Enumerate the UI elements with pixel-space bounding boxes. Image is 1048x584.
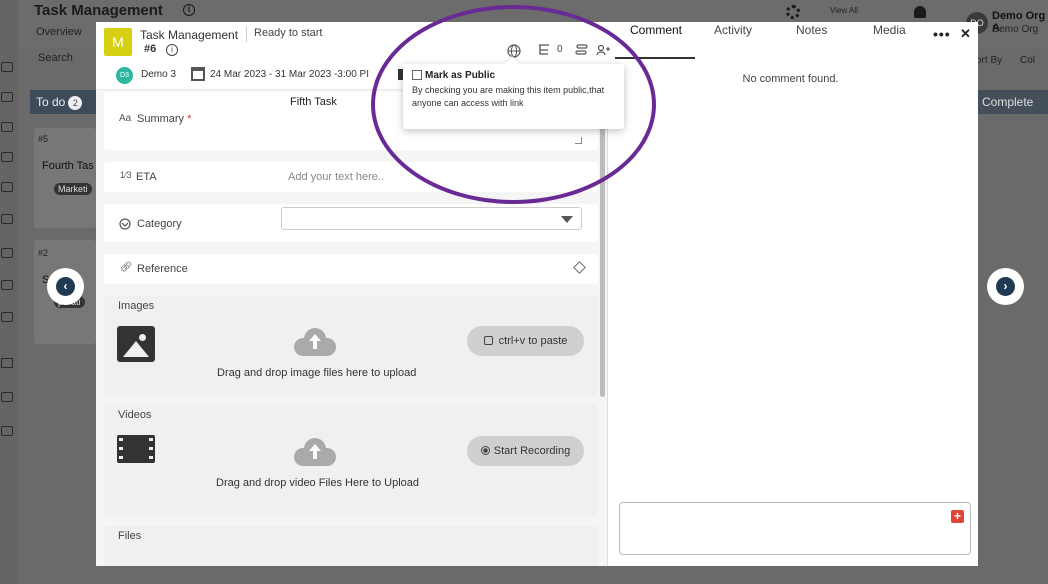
tab-comment[interactable]: Comment — [630, 23, 682, 37]
app-title: Task Management — [34, 2, 163, 19]
empty-comments-text: No comment found. — [742, 73, 839, 85]
card-title: Fourth Tas — [42, 160, 94, 172]
reference-label: Reference — [137, 263, 188, 275]
tab-media[interactable]: Media — [873, 23, 906, 37]
number-icon: 1⁄3 — [120, 170, 132, 180]
settings-icon[interactable] — [1, 248, 13, 258]
close-icon[interactable]: ✕ — [960, 26, 971, 42]
text-icon: Aa — [119, 113, 132, 124]
info-icon[interactable]: i — [183, 4, 195, 16]
board-icon[interactable] — [1, 92, 13, 102]
tab-notes[interactable]: Notes — [796, 23, 827, 37]
summary-label: Summary * — [137, 113, 192, 125]
overview-tab[interactable]: Overview — [36, 26, 82, 38]
film-icon — [117, 435, 155, 463]
chevron-down-icon[interactable] — [561, 216, 573, 223]
next-task-button[interactable]: › — [987, 268, 1024, 305]
videos-upload-section: Videos Drag and drop video Files Here to… — [104, 405, 598, 515]
add-comment-button[interactable]: + — [951, 510, 964, 523]
report-icon[interactable] — [1, 182, 13, 192]
category-label: Category — [137, 218, 182, 230]
app-sidebar — [0, 0, 18, 584]
calendar-icon[interactable] — [1, 152, 13, 162]
more-options-icon[interactable]: ••• — [933, 26, 951, 42]
files-title: Files — [118, 530, 142, 542]
paste-button[interactable]: ctrl+v to paste — [467, 326, 584, 356]
list-icon[interactable] — [1, 122, 13, 132]
home-icon[interactable] — [1, 62, 13, 72]
highlight-ellipse — [371, 5, 656, 204]
comments-pane: No comment found. + — [609, 62, 978, 566]
complete-column-header: Complete — [978, 90, 1048, 114]
search-input[interactable]: Search — [38, 52, 73, 64]
comment-input[interactable]: + — [619, 502, 971, 555]
cloud-upload-icon[interactable] — [294, 438, 336, 466]
record-icon — [480, 446, 490, 455]
category-icon — [119, 218, 131, 230]
category-select[interactable] — [281, 207, 582, 230]
project-badge: M — [104, 28, 132, 56]
star-icon[interactable] — [1, 358, 13, 368]
pencil-icon[interactable] — [573, 261, 586, 274]
videos-dropzone-text[interactable]: Drag and drop video Files Here to Upload — [216, 477, 419, 489]
divider — [246, 26, 247, 42]
card-tag: Marketi — [54, 183, 92, 195]
chevron-left-icon: ‹ — [56, 277, 75, 296]
copy-icon — [483, 336, 493, 345]
modal-title: Task Management — [140, 28, 239, 42]
calendar-icon[interactable] — [191, 67, 205, 81]
sort-by-button[interactable]: ort By — [976, 55, 1002, 66]
image-icon — [117, 326, 155, 362]
status-badge[interactable]: Ready to start — [254, 27, 322, 39]
users-icon[interactable] — [1, 312, 13, 322]
view-all-link[interactable]: View All — [830, 6, 858, 15]
download-icon[interactable] — [1, 426, 13, 436]
todo-count: 2 — [68, 96, 83, 110]
archive-icon[interactable] — [1, 392, 13, 402]
videos-title: Videos — [118, 409, 152, 421]
assignee-avatar[interactable]: D3 — [116, 67, 133, 84]
task-id: #6 — [144, 43, 157, 55]
chart-icon[interactable] — [1, 214, 13, 224]
columns-button[interactable]: Col — [1020, 55, 1035, 66]
eta-input[interactable]: Add your text here.. — [288, 171, 384, 183]
eta-label: ETA — [136, 171, 157, 183]
images-title: Images — [118, 300, 155, 312]
tab-activity[interactable]: Activity — [714, 23, 752, 37]
todo-column-header: To do 2 — [30, 90, 96, 114]
assignee-name[interactable]: Demo 3 — [141, 69, 176, 80]
task-card[interactable]: #5 Fourth Tas Marketi — [34, 128, 96, 228]
chevron-right-icon: › — [996, 277, 1015, 296]
cloud-upload-icon[interactable] — [294, 328, 336, 356]
files-upload-section: Files — [104, 526, 598, 566]
card-id: #2 — [38, 248, 49, 258]
start-recording-button[interactable]: Start Recording — [467, 436, 584, 466]
user-icon[interactable] — [1, 280, 13, 290]
images-upload-section: Images Drag and drop image files here to… — [104, 296, 598, 395]
bell-icon[interactable] — [914, 6, 926, 18]
summary-value[interactable]: Fifth Task — [290, 96, 337, 108]
info-icon[interactable]: i — [166, 44, 178, 56]
category-field: Category — [104, 204, 598, 242]
link-icon: 🔗︎ — [120, 262, 133, 273]
card-id: #5 — [38, 134, 49, 144]
previous-task-button[interactable]: ‹ — [47, 268, 84, 305]
todo-label: To do — [36, 95, 66, 109]
org-subtitle: Demo Org — [992, 24, 1039, 35]
date-range[interactable]: 24 Mar 2023 - 31 Mar 2023 -3:00 PI — [210, 69, 369, 80]
reference-field[interactable]: 🔗︎ Reference — [104, 254, 598, 284]
gear-icon[interactable] — [786, 5, 800, 19]
images-dropzone-text[interactable]: Drag and drop image files here to upload — [217, 367, 416, 379]
